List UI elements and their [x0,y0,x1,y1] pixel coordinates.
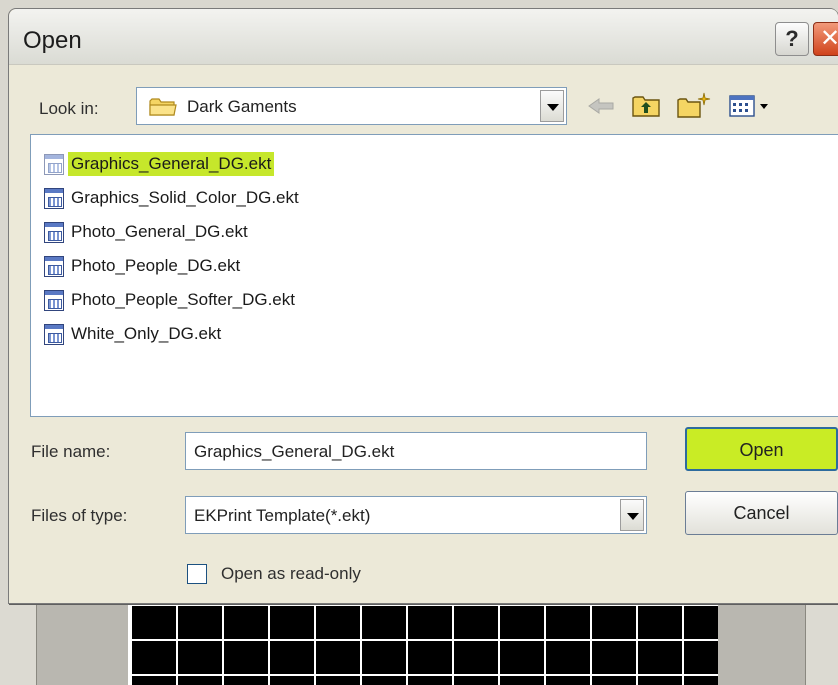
list-item[interactable]: Photo_General_DG.ekt [44,217,251,247]
read-only-label: Open as read-only [221,564,361,583]
list-item[interactable]: Photo_People_DG.ekt [44,251,243,281]
views-menu-icon[interactable] [727,91,777,121]
ekt-file-icon [44,221,64,243]
list-item[interactable]: Graphics_Solid_Color_DG.ekt [44,183,302,213]
list-item[interactable]: White_Only_DG.ekt [44,319,224,349]
file-name-input[interactable]: Graphics_General_DG.ekt [185,432,647,470]
file-name-label: Photo_People_DG.ekt [71,256,241,275]
title-bar[interactable]: Open ? ✕ [9,9,838,65]
open-button[interactable]: Open [685,427,838,471]
list-item[interactable]: Photo_People_Softer_DG.ekt [44,285,298,315]
file-name-label: Graphics_Solid_Color_DG.ekt [71,188,299,207]
look-in-value: Dark Gaments [187,97,297,116]
ekt-file-icon [44,187,64,209]
look-in-label: Look in: [39,99,99,118]
file-list[interactable]: Graphics_General_DG.ekt Graphics_Solid_C… [30,134,838,417]
new-folder-icon[interactable] [676,91,712,121]
files-of-type-label: Files of type: [31,506,128,525]
up-folder-icon[interactable] [631,91,661,121]
ekt-file-icon [44,255,64,277]
file-name-label: White_Only_DG.ekt [71,324,222,343]
file-name-label: Photo_General_DG.ekt [71,222,248,241]
look-in-dropdown-arrow[interactable] [540,90,564,122]
file-name-label: Photo_People_Softer_DG.ekt [71,290,295,309]
files-of-type-dropdown[interactable]: EKPrint Template(*.ekt) [185,496,647,534]
ekt-file-icon [44,323,64,345]
background-grid-preview [128,604,718,685]
read-only-checkbox[interactable] [187,564,207,584]
ekt-file-icon [44,153,64,175]
folder-icon [149,98,177,116]
help-button[interactable]: ? [775,22,809,56]
list-item[interactable]: Graphics_General_DG.ekt [44,149,275,179]
file-name-label: File name: [31,442,111,461]
back-arrow-icon[interactable] [585,91,617,121]
ekt-file-icon [44,289,64,311]
look-in-dropdown[interactable]: Dark Gaments [136,87,567,125]
close-button[interactable]: ✕ [813,22,838,56]
file-name-label: Graphics_General_DG.ekt [68,152,275,176]
cancel-button[interactable]: Cancel [685,491,838,535]
files-of-type-dropdown-arrow[interactable] [620,499,644,531]
files-of-type-value: EKPrint Template(*.ekt) [194,506,371,525]
dialog-title: Open [23,27,82,54]
open-dialog: Open ? ✕ Look in: Dark Gaments Graphics_… [8,8,838,604]
